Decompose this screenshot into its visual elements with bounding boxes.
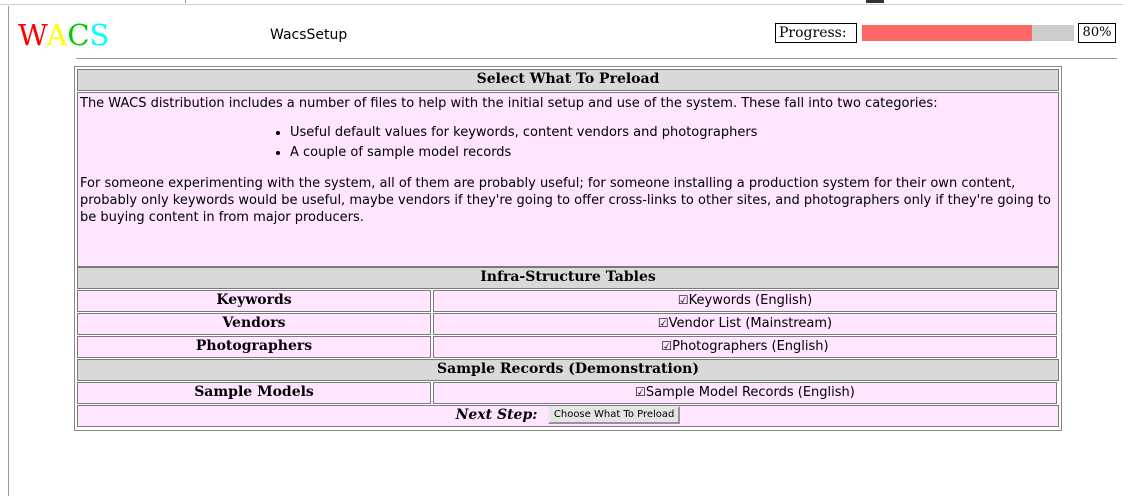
checkbox-icon[interactable]: ☑	[635, 385, 646, 399]
option-label: Vendor List (Mainstream)	[668, 316, 833, 331]
panel-title: Select What To Preload	[77, 69, 1059, 91]
app-title: WacsSetup	[270, 27, 348, 43]
conclusion-text: For someone experimenting with the syste…	[80, 176, 1051, 225]
header-divider	[76, 58, 1117, 59]
choose-what-to-preload-button[interactable]: Choose What To Preload	[547, 406, 681, 424]
row-label: Keywords	[77, 290, 431, 312]
checkbox-icon[interactable]: ☑	[661, 339, 672, 353]
row-label: Vendors	[77, 313, 431, 335]
description-block: The WACS distribution includes a number …	[77, 92, 1059, 267]
keywords-option[interactable]: ☑Keywords (English)	[433, 290, 1057, 312]
option-row-photographers: Photographers ☑Photographers (English)	[77, 336, 1059, 358]
progress-label: Progress:	[775, 23, 857, 43]
logo-letter-c: C	[67, 18, 90, 52]
next-step-label: Next Step:	[455, 407, 538, 423]
preload-panel: Select What To Preload The WACS distribu…	[74, 66, 1062, 431]
next-step-row: Next Step: Choose What To Preload	[77, 405, 1059, 427]
progress-percent: 80%	[1078, 23, 1116, 43]
preload-categories-list: Useful default values for keywords, cont…	[80, 123, 1056, 163]
option-row-sample-models: Sample Models ☑Sample Model Records (Eng…	[77, 382, 1059, 404]
vendors-option[interactable]: ☑Vendor List (Mainstream)	[433, 313, 1057, 335]
intro-text: The WACS distribution includes a number …	[80, 96, 938, 111]
row-label: Sample Models	[77, 382, 431, 404]
wacs-logo: WACS	[18, 18, 109, 52]
logo-letter-w: W	[18, 18, 47, 52]
option-label: Photographers (English)	[672, 339, 829, 354]
logo-letter-a: A	[46, 18, 68, 52]
option-row-keywords: Keywords ☑Keywords (English)	[77, 290, 1059, 312]
checkbox-icon[interactable]: ☑	[658, 316, 669, 330]
photographers-option[interactable]: ☑Photographers (English)	[433, 336, 1057, 358]
list-item: Useful default values for keywords, cont…	[290, 123, 1056, 143]
section-infrastructure-title: Infra-Structure Tables	[77, 267, 1059, 289]
option-row-vendors: Vendors ☑Vendor List (Mainstream)	[77, 313, 1059, 335]
progress-bar-fill	[862, 25, 1032, 41]
checkbox-icon[interactable]: ☑	[678, 293, 689, 307]
list-item: A couple of sample model records	[290, 143, 1056, 163]
progress-bar	[861, 24, 1075, 42]
option-label: Keywords (English)	[688, 293, 813, 308]
left-border-line	[8, 6, 9, 496]
section-sample-records-title: Sample Records (Demonstration)	[77, 359, 1059, 381]
strip-mark	[185, 0, 186, 3]
logo-letter-s: S	[89, 18, 110, 52]
row-label: Photographers	[77, 336, 431, 358]
option-label: Sample Model Records (English)	[645, 385, 855, 400]
top-divider	[0, 4, 1123, 5]
sample-models-option[interactable]: ☑Sample Model Records (English)	[433, 382, 1057, 404]
strip-tab-mark	[866, 0, 884, 3]
